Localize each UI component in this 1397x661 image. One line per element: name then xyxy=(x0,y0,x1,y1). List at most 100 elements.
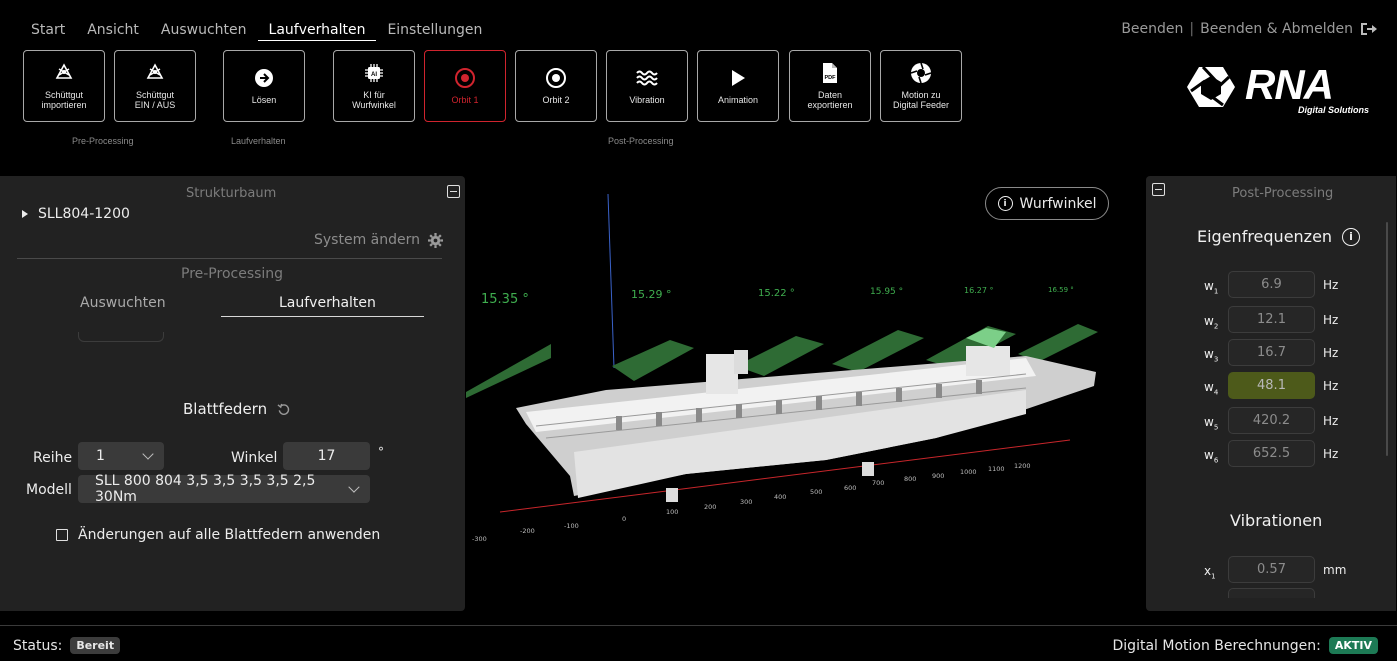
collapse-panel-icon[interactable] xyxy=(447,185,460,198)
angle-input-value: 17 xyxy=(317,448,336,464)
row-label: Reihe xyxy=(33,450,73,466)
info-icon[interactable]: i xyxy=(1342,227,1361,246)
status-indicator: Status: Bereit xyxy=(13,637,121,654)
menu-einstellungen[interactable]: Einstellungen xyxy=(376,20,493,41)
apply-all-label[interactable]: Änderungen auf alle Blattfedern anwenden xyxy=(78,527,380,543)
pdf-file-icon: PDF xyxy=(819,62,841,84)
system-change-button[interactable]: System ändern xyxy=(314,232,443,248)
row-select-value: 1 xyxy=(96,448,105,464)
3d-scene[interactable]: 15.35 ° 15.29 ° 15.22 ° 15.95 ° 16.27 ° … xyxy=(466,176,1145,611)
vibration-button[interactable]: Vibration xyxy=(606,50,688,122)
group-pre-processing: Pre-Processing xyxy=(72,136,134,146)
tick-label: 0 xyxy=(622,515,626,523)
toggle-bulk-button[interactable]: Schüttgut EIN / AUS xyxy=(114,50,196,122)
tab-auswuchten[interactable]: Auswuchten xyxy=(80,295,166,311)
frequency-symbol: w2 xyxy=(1204,314,1219,331)
menu-auswuchten[interactable]: Auswuchten xyxy=(150,20,258,41)
solve-label: Lösen xyxy=(251,95,277,105)
chevron-down-icon xyxy=(142,448,154,460)
logo-text: RNA xyxy=(1245,61,1333,108)
angle-label: Winkel xyxy=(231,450,278,466)
frequency-row: w6 652.5 Hz xyxy=(1146,440,1396,468)
post-processing-title: Post-Processing xyxy=(1232,186,1334,201)
import-bulk-button[interactable]: Schüttgut importieren xyxy=(23,50,105,122)
scrolled-element-stub xyxy=(78,332,164,342)
gear-icon xyxy=(428,232,443,248)
leaf-springs-label: Blattfedern xyxy=(183,400,268,418)
post-processing-panel: Post-Processing Eigenfrequenzen i w1 6.9… xyxy=(1146,176,1396,611)
frequency-symbol: w1 xyxy=(1204,279,1219,296)
ai-throw-angle-button[interactable]: AI KI für Wurfwinkel xyxy=(333,50,415,122)
quit-logout-link[interactable]: Beenden & Abmelden xyxy=(1200,21,1353,37)
import-bulk-icon xyxy=(53,62,75,84)
feeder-machine-model xyxy=(516,328,1096,502)
tick-label: 1200 xyxy=(1014,462,1031,470)
frequency-row: w2 12.1 Hz xyxy=(1146,306,1396,334)
tick-label: 600 xyxy=(844,484,856,492)
solve-button[interactable]: Lösen xyxy=(223,50,305,122)
frequency-unit: Hz xyxy=(1323,379,1339,393)
tick-label: 500 xyxy=(810,488,822,496)
waves-icon xyxy=(636,67,658,89)
tree-root-item[interactable]: SLL804-1200 xyxy=(22,206,130,222)
menu-ansicht[interactable]: Ansicht xyxy=(76,20,150,41)
3d-viewport[interactable]: 15.35 ° 15.29 ° 15.22 ° 15.95 ° 16.27 ° … xyxy=(466,176,1145,611)
status-bar: Status: Bereit Digital Motion Berechnung… xyxy=(0,625,1397,661)
plate-3 xyxy=(736,336,824,376)
tab-laufverhalten[interactable]: Laufverhalten xyxy=(279,295,376,311)
menu-laufverhalten[interactable]: Laufverhalten xyxy=(257,20,377,41)
logo-subtext: Digital Solutions xyxy=(1298,105,1369,115)
arrow-right-circle-icon xyxy=(253,67,275,89)
collapse-panel-icon[interactable] xyxy=(1152,183,1165,196)
plate-1 xyxy=(466,344,551,398)
angle-label-4: 15.95 ° xyxy=(870,287,903,297)
frequency-value: 420.2 xyxy=(1228,407,1315,434)
vibrations-title: Vibrationen xyxy=(1230,511,1323,530)
tick-label: 200 xyxy=(704,503,716,511)
orbit2-button[interactable]: Orbit 2 xyxy=(515,50,597,122)
structure-panel: Strukturbaum SLL804-1200 System ändern P… xyxy=(0,176,465,611)
model-label: Modell xyxy=(26,482,72,498)
model-select[interactable]: SLL 800 804 3,5 3,5 3,5 3,5 2,5 30Nm xyxy=(78,473,370,505)
menu-start[interactable]: Start xyxy=(20,20,76,41)
frequency-value: 6.9 xyxy=(1228,271,1315,298)
session-controls: Beenden | Beenden & Abmelden xyxy=(1121,21,1377,37)
tick-label: -200 xyxy=(520,527,535,535)
vibration-symbol: x1 xyxy=(1204,564,1216,581)
toggle-bulk-label: Schüttgut EIN / AUS xyxy=(134,90,176,110)
angle-input[interactable]: 17 xyxy=(283,442,370,470)
apply-all-checkbox[interactable] xyxy=(56,529,68,541)
throw-angle-label: Wurfwinkel xyxy=(1019,195,1097,212)
export-data-button[interactable]: PDF Daten exportieren xyxy=(789,50,871,122)
logout-icon[interactable] xyxy=(1359,21,1377,37)
angle-label-3: 15.22 ° xyxy=(758,288,795,299)
vibration-row: x1 0.57 mm xyxy=(1146,556,1396,584)
reset-icon[interactable] xyxy=(277,403,290,416)
info-icon: i xyxy=(997,196,1013,211)
toggle-bulk-icon xyxy=(144,62,166,84)
orbit-target-icon xyxy=(545,67,567,89)
import-bulk-label: Schüttgut importieren xyxy=(41,90,87,110)
angle-label-1: 15.35 ° xyxy=(481,292,529,307)
animation-button[interactable]: Animation xyxy=(697,50,779,122)
eigenfrequencies-title: Eigenfrequenzen i xyxy=(1197,227,1361,246)
tick-label: 1000 xyxy=(960,468,977,476)
throw-angle-button[interactable]: i Wurfwinkel xyxy=(985,187,1109,220)
vibration-label: Vibration xyxy=(629,95,665,105)
tick-label: 700 xyxy=(872,479,884,487)
orbit1-button[interactable]: Orbit 1 xyxy=(424,50,506,122)
frequency-symbol: w4 xyxy=(1204,380,1219,397)
vibration-value-partial xyxy=(1228,588,1315,598)
animation-label: Animation xyxy=(717,95,759,105)
row-select[interactable]: 1 xyxy=(78,442,164,470)
plate-2 xyxy=(612,340,694,381)
angle-unit: ° xyxy=(378,445,384,459)
frequency-value-selected[interactable]: 48.1 xyxy=(1228,372,1315,399)
quit-link[interactable]: Beenden xyxy=(1121,21,1183,37)
tree-root-label: SLL804-1200 xyxy=(38,206,130,222)
motion-digital-feeder-button[interactable]: Motion zu Digital Feeder xyxy=(880,50,962,122)
expand-triangle-icon[interactable] xyxy=(22,210,28,218)
frequency-unit: Hz xyxy=(1323,414,1339,428)
frequency-row: w1 6.9 Hz xyxy=(1146,271,1396,299)
section-divider xyxy=(17,258,442,259)
